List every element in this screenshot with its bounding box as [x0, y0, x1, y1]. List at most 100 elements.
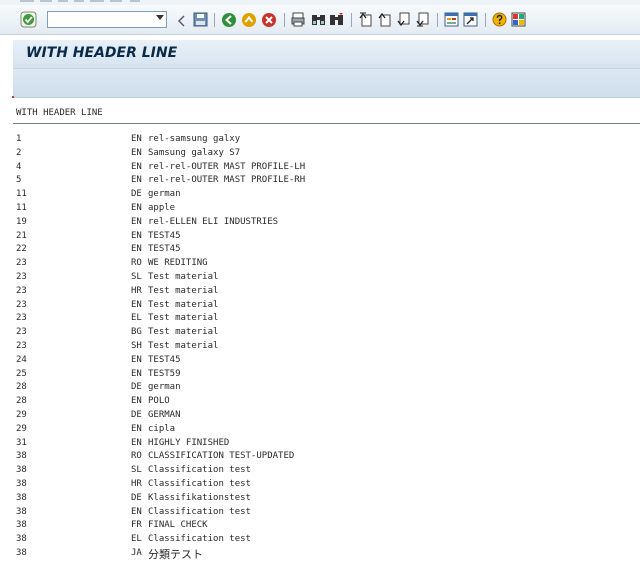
- row-language: EN: [131, 423, 142, 434]
- row-language: EN: [131, 175, 142, 186]
- row-language: HR: [131, 285, 142, 296]
- toolbar-separator: [485, 13, 486, 27]
- row-id: 5: [16, 175, 22, 186]
- row-description: Test material: [148, 272, 219, 282]
- row-description: german: [148, 189, 181, 200]
- row-id: 23: [16, 313, 27, 324]
- shortcut-icon: [463, 12, 478, 27]
- row-id: 23: [16, 272, 27, 282]
- row-language: HR: [131, 479, 142, 489]
- row-id: 38: [16, 520, 27, 531]
- row-description: 分類テスト: [148, 548, 203, 561]
- find-button[interactable]: [311, 12, 326, 27]
- new-session-button[interactable]: [444, 12, 459, 27]
- find-icon: [312, 15, 325, 25]
- row-id: 38: [16, 534, 27, 545]
- row-language: SL: [131, 465, 142, 476]
- row-language: RO: [131, 451, 142, 462]
- row-id: 21: [16, 230, 27, 241]
- toolbar-separator: [351, 13, 352, 27]
- customize-layout-icon: [511, 12, 526, 27]
- next-page-icon: [397, 12, 410, 27]
- row-id: 38: [16, 506, 27, 517]
- row-id: 25: [16, 368, 27, 379]
- toolbar-separator: [214, 13, 215, 27]
- row-description: WE REDITING: [148, 258, 208, 269]
- row-id: 24: [16, 354, 27, 365]
- row-id: 28: [16, 382, 27, 393]
- row-description: Classification test: [148, 479, 251, 489]
- row-id: 11: [16, 189, 27, 200]
- new-session-icon: [444, 12, 459, 27]
- row-description: FINAL CHECK: [148, 520, 208, 531]
- row-language: EN: [131, 354, 142, 365]
- row-language: EN: [131, 216, 142, 227]
- row-id: 1: [16, 134, 22, 144]
- row-language: JA: [131, 548, 142, 558]
- row-description: cipla: [148, 423, 176, 434]
- row-id: 2: [16, 147, 22, 158]
- print-button[interactable]: [291, 12, 305, 27]
- save-button[interactable]: [193, 12, 208, 27]
- row-id: 19: [16, 216, 27, 227]
- row-id: 23: [16, 327, 27, 338]
- application-toolbar: [13, 69, 640, 98]
- row-id: 28: [16, 396, 27, 407]
- back-button[interactable]: [176, 13, 186, 27]
- row-language: DE: [131, 382, 142, 393]
- row-language: EN: [131, 437, 142, 448]
- row-description: Klassifikationstest: [148, 492, 251, 503]
- enter-button[interactable]: [20, 11, 37, 28]
- command-field[interactable]: [47, 11, 167, 28]
- row-language: FR: [131, 520, 142, 531]
- chevron-down-icon[interactable]: [156, 15, 164, 20]
- row-id: 31: [16, 437, 27, 448]
- back-green-icon: [222, 13, 236, 27]
- exit-button[interactable]: [241, 12, 257, 28]
- row-description: TEST45: [148, 230, 181, 241]
- back-nav-button[interactable]: [221, 12, 237, 28]
- previous-page-button[interactable]: [377, 12, 392, 27]
- exit-icon: [242, 13, 256, 27]
- row-id: 29: [16, 423, 27, 434]
- first-page-button[interactable]: [358, 12, 373, 27]
- row-language: DE: [131, 492, 142, 503]
- row-language: EL: [131, 534, 142, 545]
- find-next-icon: [330, 13, 343, 25]
- row-language: EN: [131, 134, 142, 144]
- row-description: POLO: [148, 396, 170, 407]
- row-description: TEST45: [148, 354, 181, 365]
- row-description: CLASSIFICATION TEST-UPDATED: [148, 451, 295, 462]
- row-language: DE: [131, 189, 142, 200]
- enter-icon: [20, 11, 37, 28]
- row-language: EN: [131, 161, 142, 172]
- row-id: 38: [16, 465, 27, 476]
- row-description: rel-rel-OUTER MAST PROFILE-LH: [148, 161, 306, 172]
- row-id: 38: [16, 548, 27, 558]
- row-description: Test material: [148, 327, 219, 338]
- next-page-button[interactable]: [396, 12, 411, 27]
- row-description: rel-samsung galxy: [148, 134, 241, 144]
- row-description: Test material: [148, 299, 219, 310]
- last-page-icon: [416, 12, 429, 27]
- row-description: Classification test: [148, 506, 251, 517]
- help-button[interactable]: [492, 12, 507, 27]
- row-language: EN: [131, 368, 142, 379]
- find-next-button[interactable]: [329, 12, 344, 27]
- row-description: GERMAN: [148, 410, 181, 420]
- last-page-button[interactable]: [415, 12, 430, 27]
- cancel-button[interactable]: [261, 12, 277, 28]
- row-id: 23: [16, 299, 27, 310]
- row-language: BG: [131, 327, 142, 338]
- row-id: 38: [16, 492, 27, 503]
- row-language: DE: [131, 410, 142, 420]
- title-bar: WITH HEADER LINE: [13, 40, 640, 69]
- customize-layout-button[interactable]: [511, 12, 526, 27]
- row-language: EN: [131, 299, 142, 310]
- shortcut-button[interactable]: [463, 12, 478, 27]
- row-id: 11: [16, 203, 27, 213]
- row-id: 38: [16, 451, 27, 462]
- row-language: RO: [131, 258, 142, 269]
- list-header: WITH HEADER LINE: [16, 108, 103, 118]
- first-page-icon: [359, 12, 372, 27]
